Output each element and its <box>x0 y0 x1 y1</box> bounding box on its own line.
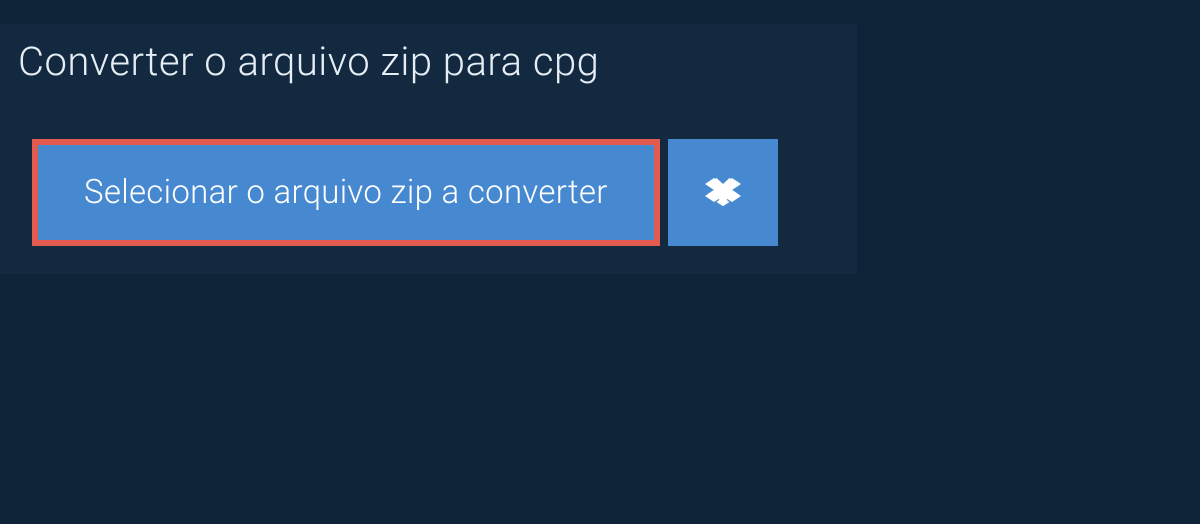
page-title: Converter o arquivo zip para cpg <box>18 38 599 85</box>
action-row: Selecionar o arquivo zip a converter <box>0 139 857 246</box>
dropbox-button[interactable] <box>668 139 778 246</box>
select-file-button[interactable]: Selecionar o arquivo zip a converter <box>32 139 660 246</box>
converter-panel: Converter o arquivo zip para cpg Selecio… <box>0 24 857 274</box>
dropbox-icon <box>705 175 741 211</box>
title-bar: Converter o arquivo zip para cpg <box>0 24 621 99</box>
